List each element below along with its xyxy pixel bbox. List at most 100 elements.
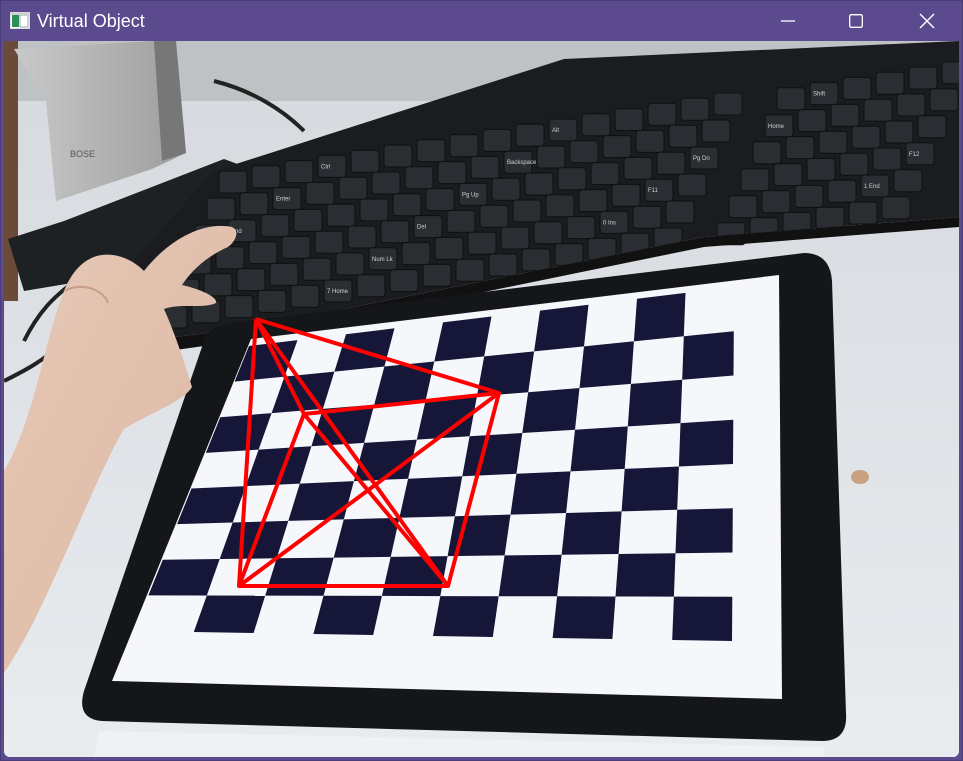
keyboard-key	[281, 235, 311, 259]
keyboard-key	[434, 236, 464, 260]
chessboard-square	[579, 341, 634, 388]
keyboard-key	[521, 248, 551, 272]
keyboard-key	[449, 134, 479, 158]
keyboard-key	[338, 176, 368, 200]
chessboard-square	[462, 433, 523, 477]
keyboard-key	[359, 198, 389, 222]
keyboard-key	[863, 98, 893, 122]
keyboard-key	[383, 144, 413, 168]
keyboard-key	[260, 214, 290, 238]
chessboard-square	[627, 379, 683, 427]
keyboard-key	[677, 173, 707, 197]
keyboard-key	[302, 257, 332, 281]
keyboard-key-label: Num Lk	[372, 257, 394, 263]
keyboard-key	[830, 103, 860, 127]
keyboard-key	[224, 295, 254, 319]
keyboard-key	[566, 216, 596, 240]
keyboard-key	[623, 156, 653, 180]
keyboard-key-label: Alt	[552, 128, 559, 134]
keyboard-key-label: Home	[768, 124, 785, 130]
keyboard-key	[488, 253, 518, 277]
chessboard-square	[570, 426, 628, 472]
keyboard-key	[611, 183, 641, 207]
keyboard-key	[728, 195, 758, 219]
keyboard-key-label: F12	[909, 152, 920, 158]
keyboard-key	[896, 93, 926, 117]
keyboard-key	[455, 258, 485, 282]
keyboard-key	[236, 268, 266, 292]
keyboard-key	[524, 172, 554, 196]
camera-frame: BOSE CtrlAltShiftEnterBackspaceHomeEndPg…	[4, 41, 959, 757]
keyboard-key	[614, 108, 644, 132]
keyboard-key-label: 0 Ins	[603, 220, 616, 226]
keyboard-key-label: Ctrl	[321, 164, 330, 170]
keyboard-key-label: Del	[417, 225, 426, 231]
keyboard-key	[656, 151, 686, 175]
keyboard-key	[218, 170, 248, 194]
keyboard-key	[416, 139, 446, 163]
minimize-button[interactable]	[753, 1, 823, 41]
speaker-brand: BOSE	[70, 149, 95, 159]
keyboard-key	[713, 92, 743, 116]
chessboard-square	[333, 517, 400, 558]
keyboard-key	[392, 193, 422, 217]
keyboard-key	[257, 289, 287, 313]
chessboard-square	[498, 554, 562, 597]
maximize-button[interactable]	[821, 1, 891, 41]
keyboard-key	[512, 199, 542, 223]
keyboard-key-label: Pg Dn	[693, 156, 710, 162]
chessboard-square	[621, 466, 679, 512]
keyboard-key	[356, 274, 386, 298]
keyboard-key	[203, 273, 233, 297]
keyboard-key	[380, 220, 410, 244]
keyboard-key	[389, 269, 419, 293]
chessboard-square	[433, 596, 499, 637]
keyboard-key-label: Shift	[813, 92, 825, 98]
title-bar[interactable]: Virtual Object	[1, 1, 962, 41]
keyboard-key	[839, 152, 869, 176]
maximize-icon	[849, 14, 863, 28]
keyboard-key	[701, 119, 731, 143]
keyboard-key	[851, 125, 881, 149]
keyboard-key	[647, 102, 677, 126]
keyboard-key	[305, 181, 335, 205]
keyboard-key	[668, 124, 698, 148]
keyboard-key	[761, 190, 791, 214]
keyboard-key	[893, 169, 923, 193]
keyboard-key-label: Pg Up	[462, 192, 479, 198]
close-button[interactable]	[892, 1, 962, 41]
keyboard-key	[773, 163, 803, 187]
chessboard-square	[265, 557, 334, 596]
keyboard-key	[248, 241, 278, 265]
keyboard-key	[437, 161, 467, 185]
chessboard-square	[678, 419, 734, 467]
keyboard-key	[818, 130, 848, 154]
keyboard-key	[350, 149, 380, 173]
keyboard-key	[680, 97, 710, 121]
keyboard-key	[269, 262, 299, 286]
keyboard-key-label: Backspace	[507, 160, 537, 166]
chessboard-square	[615, 553, 676, 597]
keyboard-key	[206, 197, 236, 221]
keyboard-key	[467, 231, 497, 255]
camera-view: BOSE Ctrl Alt Shift Enter Backspace Home End Pg…	[4, 41, 959, 757]
keyboard-key	[581, 113, 611, 137]
keyboard-key-label: 7 Home	[327, 289, 349, 295]
window-title: Virtual Object	[37, 11, 145, 31]
keyboard-key	[917, 115, 947, 139]
keyboard-key	[635, 129, 665, 153]
app-window: Virtual Object BOSE Ctrl Alt Shift Enter…	[0, 0, 963, 761]
keyboard-key	[776, 87, 806, 111]
keyboard-key	[239, 192, 269, 216]
minimize-icon	[781, 20, 795, 22]
keyboard-key	[290, 284, 320, 308]
keyboard-key	[785, 136, 815, 160]
keyboard-key	[665, 200, 695, 224]
chessboard-square	[633, 292, 686, 342]
close-icon	[919, 13, 935, 29]
keyboard-key	[293, 208, 323, 232]
keyboard-key	[470, 155, 500, 179]
keyboard-key	[401, 242, 431, 266]
keyboard-key	[794, 184, 824, 208]
keyboard-key	[500, 226, 530, 250]
